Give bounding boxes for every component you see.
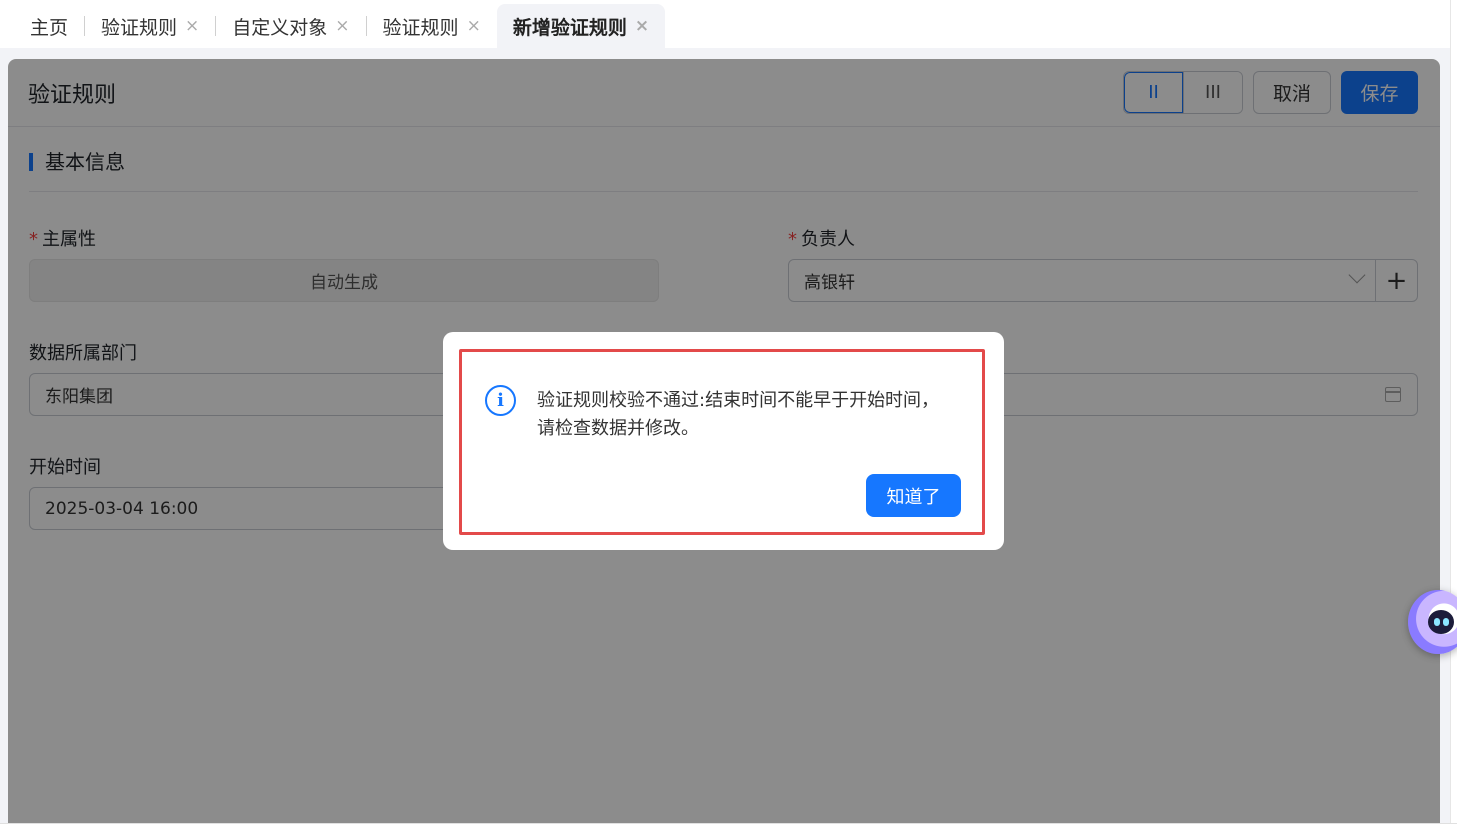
dialog-message: 验证规则校验不通过:结束时间不能早于开始时间，请检查数据并修改。 xyxy=(537,390,940,439)
tab-validation-rules[interactable]: 验证规则 × xyxy=(85,4,215,48)
close-icon[interactable]: × xyxy=(467,16,481,36)
window-edge xyxy=(0,823,1457,831)
window-edge xyxy=(1450,0,1457,831)
close-icon[interactable]: × xyxy=(635,16,649,36)
close-icon[interactable]: × xyxy=(335,16,349,36)
tab-label: 主页 xyxy=(30,16,69,39)
tab-label: 自定义对象 xyxy=(232,16,328,39)
ok-button[interactable]: 知道了 xyxy=(866,474,961,517)
info-icon: i xyxy=(485,385,516,416)
alert-dialog: i 验证规则校验不通过:结束时间不能早于开始时间，请检查数据并修改。 知道了 xyxy=(443,332,1004,550)
tab-label: 新增验证规则 xyxy=(512,16,627,39)
tab-home[interactable]: 主页 xyxy=(14,4,84,48)
tab-label: 验证规则 xyxy=(101,16,178,39)
tab-custom-objects[interactable]: 自定义对象 × xyxy=(216,4,365,48)
tab-label: 验证规则 xyxy=(382,16,459,39)
close-icon[interactable]: × xyxy=(185,16,199,36)
tab-new-validation-rule[interactable]: 新增验证规则 × xyxy=(496,4,666,48)
tab-validation-rules-2[interactable]: 验证规则 × xyxy=(367,4,497,48)
tab-bar: 主页 验证规则 × 自定义对象 × 验证规则 × 新增验证规则 × xyxy=(0,0,1450,48)
robot-face-icon xyxy=(1428,610,1454,634)
